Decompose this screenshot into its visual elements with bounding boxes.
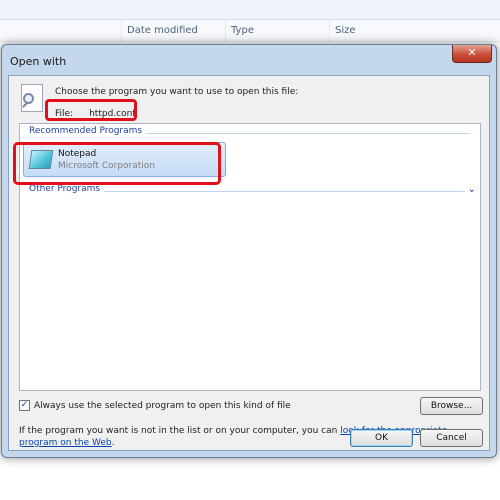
column-size[interactable]: Size [329, 20, 500, 42]
group-other[interactable]: Other Programs ⌄ [20, 184, 480, 198]
explorer-toolbar [0, 0, 500, 20]
browse-button[interactable]: Browse... [420, 397, 483, 415]
column-date-modified[interactable]: Date modified [121, 20, 225, 42]
cancel-button[interactable]: Cancel [420, 429, 483, 447]
always-use-checkbox[interactable]: ✓ [19, 400, 30, 411]
program-highlight-box [13, 142, 221, 185]
group-other-label: Other Programs [29, 184, 105, 194]
file-highlight-box [45, 99, 137, 121]
file-search-icon [21, 84, 43, 112]
dialog-titlebar[interactable]: Open with ✕ [2, 45, 496, 75]
ok-button[interactable]: OK [350, 429, 413, 447]
dialog-content: Choose the program you want to use to op… [8, 75, 490, 451]
help-text: If the program you want is not in the li… [19, 425, 484, 449]
prompt-text: Choose the program you want to use to op… [55, 87, 299, 97]
dialog-title: Open with [10, 55, 67, 68]
always-use-label[interactable]: Always use the selected program to open … [34, 401, 291, 411]
close-icon: ✕ [467, 46, 477, 59]
close-button[interactable]: ✕ [452, 45, 492, 63]
group-recommended[interactable]: Recommended Programs [20, 126, 480, 140]
help-text-body: If the program you want is not in the li… [19, 426, 338, 436]
column-type[interactable]: Type [225, 20, 329, 42]
group-recommended-label: Recommended Programs [29, 126, 147, 136]
chevron-down-icon[interactable]: ⌄ [464, 184, 476, 195]
help-text-end: . [111, 438, 115, 448]
